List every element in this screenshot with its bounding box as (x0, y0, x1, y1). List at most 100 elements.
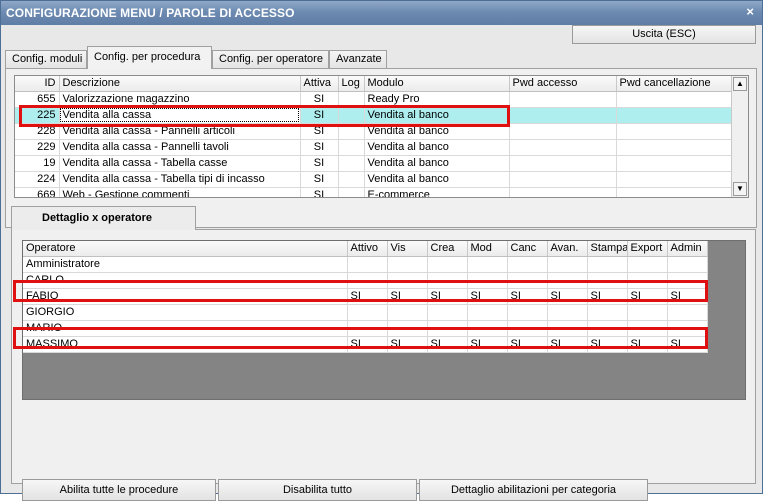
cell-permission[interactable] (467, 272, 508, 289)
cell-permission[interactable] (507, 256, 548, 273)
table-row[interactable]: GIORGIO (23, 304, 708, 321)
col-header-attiva[interactable]: Attiva (300, 76, 339, 92)
cell-attiva[interactable]: SI (300, 171, 339, 188)
cell-attiva[interactable]: SI (300, 91, 339, 108)
cell-permission[interactable]: SI (467, 288, 508, 305)
cell-pwd-accesso[interactable] (509, 91, 617, 108)
close-icon[interactable]: × (746, 4, 754, 19)
table-row[interactable]: FABIO SI SI SI SI SI SI SI SI SI (23, 288, 708, 305)
cell-permission[interactable]: SI (547, 288, 588, 305)
cell-permission[interactable]: SI (467, 336, 508, 353)
table-row[interactable]: 229 Vendita alla cassa - Pannelli tavoli… (15, 139, 732, 156)
cell-pwd-accesso[interactable] (509, 171, 617, 188)
cell-permission[interactable] (587, 272, 628, 289)
cell-pwd-accesso[interactable] (509, 187, 617, 197)
cell-permission[interactable] (387, 256, 428, 273)
cell-pwd-accesso[interactable] (509, 123, 617, 140)
cell-permission[interactable] (427, 304, 468, 321)
col-header-id[interactable]: ID (15, 76, 60, 92)
cell-permission[interactable] (507, 304, 548, 321)
cell-permission[interactable] (547, 272, 588, 289)
cell-pwd-cancellazione[interactable] (616, 171, 732, 188)
cell-pwd-cancellazione[interactable] (616, 123, 732, 140)
cell-permission[interactable] (587, 304, 628, 321)
col-header-crea[interactable]: Crea (427, 241, 468, 257)
col-header-modulo[interactable]: Modulo (364, 76, 510, 92)
cell-permission[interactable] (547, 256, 588, 273)
procedure-scrollbar[interactable]: ▲ ▼ (731, 76, 748, 197)
cell-permission[interactable] (427, 256, 468, 273)
cell-permission[interactable] (627, 320, 668, 337)
col-header-pwd-cancellazione[interactable]: Pwd cancellazione (616, 76, 732, 92)
cell-permission[interactable]: SI (387, 336, 428, 353)
cell-permission[interactable] (387, 272, 428, 289)
col-header-export[interactable]: Export (627, 241, 668, 257)
table-row[interactable]: 669 Web - Gestione commenti SI E-commerc… (15, 187, 732, 197)
cell-permission[interactable] (667, 272, 708, 289)
cell-attiva[interactable]: SI (300, 155, 339, 172)
cell-permission[interactable]: SI (507, 288, 548, 305)
cell-permission[interactable]: SI (387, 288, 428, 305)
cell-permission[interactable]: SI (667, 288, 708, 305)
cell-permission[interactable] (587, 320, 628, 337)
tab-config-per-procedura[interactable]: Config. per procedura (87, 46, 212, 69)
cell-permission[interactable]: SI (547, 336, 588, 353)
table-row[interactable]: 224 Vendita alla cassa - Tabella tipi di… (15, 171, 732, 188)
table-row[interactable]: MARIO (23, 320, 708, 337)
cell-permission[interactable] (467, 320, 508, 337)
cell-permission[interactable]: SI (627, 288, 668, 305)
cell-permission[interactable] (667, 256, 708, 273)
cell-permission[interactable] (427, 272, 468, 289)
col-header-canc[interactable]: Canc (507, 241, 548, 257)
cell-log[interactable] (338, 91, 365, 108)
cell-permission[interactable]: SI (627, 336, 668, 353)
scroll-up-arrow-icon[interactable]: ▲ (733, 77, 747, 91)
cell-permission[interactable] (347, 320, 388, 337)
tab-config-moduli[interactable]: Config. moduli (5, 50, 87, 69)
col-header-attivo[interactable]: Attivo (347, 241, 388, 257)
cell-permission[interactable] (387, 304, 428, 321)
cell-pwd-accesso[interactable] (509, 155, 617, 172)
table-row[interactable]: Amministratore (23, 256, 708, 273)
cell-permission[interactable] (347, 272, 388, 289)
cell-log[interactable] (338, 187, 365, 197)
cell-permission[interactable] (667, 304, 708, 321)
cell-permission[interactable]: SI (427, 288, 468, 305)
cell-attiva[interactable]: SI (300, 187, 339, 197)
col-header-avan[interactable]: Avan. (547, 241, 588, 257)
table-row[interactable]: 228 Vendita alla cassa - Pannelli artico… (15, 123, 732, 140)
enable-all-procedures-button[interactable]: Abilita tutte le procedure (22, 479, 216, 501)
col-header-mod[interactable]: Mod (467, 241, 508, 257)
col-header-operatore[interactable]: Operatore (23, 241, 348, 257)
table-row[interactable]: 655 Valorizzazione magazzino SI Ready Pr… (15, 91, 732, 108)
cell-pwd-accesso[interactable] (509, 107, 617, 124)
col-header-log[interactable]: Log (338, 76, 365, 92)
cell-permission[interactable]: SI (587, 288, 628, 305)
cell-log[interactable] (338, 171, 365, 188)
cell-pwd-cancellazione[interactable] (616, 155, 732, 172)
table-row[interactable]: 19 Vendita alla cassa - Tabella casse SI… (15, 155, 732, 172)
col-header-pwd-accesso[interactable]: Pwd accesso (509, 76, 617, 92)
col-header-vis[interactable]: Vis (387, 241, 428, 257)
table-row[interactable]: CARLO (23, 272, 708, 289)
cell-log[interactable] (338, 155, 365, 172)
cell-permission[interactable] (547, 320, 588, 337)
disable-all-button[interactable]: Disabilita tutto (218, 479, 417, 501)
cell-pwd-accesso[interactable] (509, 139, 617, 156)
col-header-admin[interactable]: Admin (667, 241, 708, 257)
tab-config-per-operatore[interactable]: Config. per operatore (212, 50, 329, 69)
cell-log[interactable] (338, 107, 365, 124)
cell-pwd-cancellazione[interactable] (616, 187, 732, 197)
cell-permission[interactable] (467, 304, 508, 321)
cell-attiva[interactable]: SI (300, 123, 339, 140)
cell-permission[interactable]: SI (507, 336, 548, 353)
cell-permission[interactable] (347, 304, 388, 321)
table-row[interactable]: MASSIMO SI SI SI SI SI SI SI SI SI (23, 336, 708, 353)
cell-permission[interactable] (347, 256, 388, 273)
cell-pwd-cancellazione[interactable] (616, 91, 732, 108)
col-header-stampa[interactable]: Stampa (587, 241, 628, 257)
cell-permission[interactable]: SI (587, 336, 628, 353)
cell-permission[interactable] (547, 304, 588, 321)
cell-permission[interactable] (507, 320, 548, 337)
cell-permission[interactable]: SI (347, 336, 388, 353)
